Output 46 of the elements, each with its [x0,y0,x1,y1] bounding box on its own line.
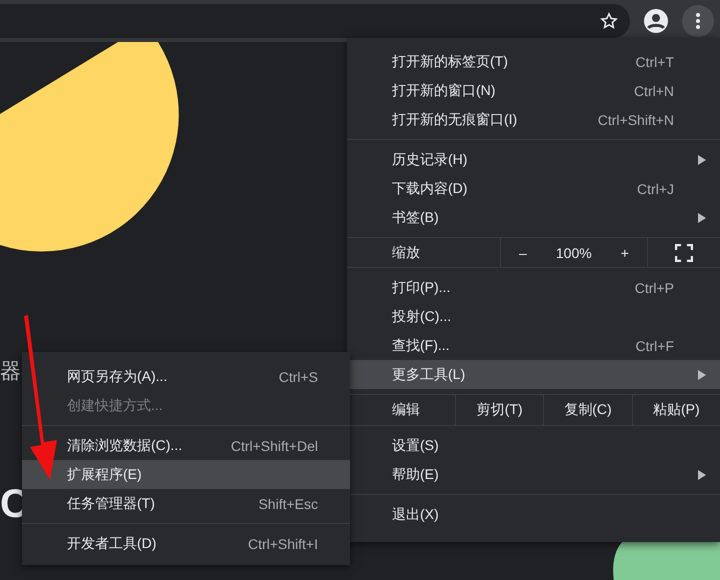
star-icon[interactable] [600,12,618,30]
zoom-value: 100% [556,244,592,260]
avatar-icon [644,9,668,33]
zoom-label: 缩放 [392,244,421,262]
submenu-arrow-icon [698,212,706,222]
shortcut-text: Ctrl+Shift+Del [230,438,318,454]
menu-item[interactable]: 更多工具(L) [347,360,720,389]
shortcut-text: Ctrl+F [636,338,674,354]
menu-item[interactable]: 投射(C)... [347,302,720,331]
submenu-arrow-icon [698,370,706,380]
menu-item[interactable]: 历史记录(H) [347,145,720,174]
menu-item[interactable]: 打开新的标签页(T) Ctrl+T [347,47,720,76]
shortcut-text: Ctrl+T [636,54,674,70]
shortcut-text: Ctrl+Shift+I [248,536,318,552]
zoom-out-button[interactable]: – [511,242,535,262]
edit-label: 编辑 [392,401,421,419]
submenu-arrow-icon [698,154,706,164]
shortcut-text: Ctrl+S [278,368,318,384]
menu-item[interactable]: 退出(X) [347,500,720,529]
more-icon [696,13,700,29]
shortcut-text: Ctrl+J [637,180,674,196]
menu-item[interactable]: 网页另存为(A)... Ctrl+S [22,362,350,391]
menu-item[interactable]: 书签(B) [347,203,720,232]
fullscreen-icon[interactable] [675,244,693,262]
menu-item[interactable]: 设置(S) [347,431,720,460]
menu-item[interactable]: 打开新的窗口(N) Ctrl+N [347,76,720,105]
menu-item[interactable]: 打印(P)... Ctrl+P [347,273,720,302]
menu-item[interactable]: 查找(F)... Ctrl+F [347,331,720,360]
page-text: 器 [0,359,21,385]
menu-item[interactable]: 帮助(E) [347,460,720,489]
menu-item[interactable]: 打开新的无痕窗口(I) Ctrl+Shift+N [347,105,720,134]
shortcut-text: Ctrl+Shift+N [598,112,674,128]
edit-action-button[interactable]: 复制(C) [543,395,632,425]
menu-item[interactable]: 开发者工具(D) Ctrl+Shift+I [22,529,350,558]
menu-item[interactable]: 扩展程序(E) [22,460,350,489]
menu-item[interactable]: 清除浏览数据(C)... Ctrl+Shift+Del [22,431,350,460]
submenu-arrow-icon [698,470,706,480]
shortcut-text: Shift+Esc [258,496,318,512]
shortcut-text: Ctrl+N [634,82,674,98]
shortcut-text: Ctrl+P [634,280,674,296]
menu-item[interactable]: 下载内容(D) Ctrl+J [347,174,720,203]
edit-action-button[interactable]: 剪切(T) [455,395,544,425]
zoom-in-button[interactable]: + [612,242,637,262]
edit-action-button[interactable]: 粘贴(P) [632,395,720,425]
menu-button[interactable] [682,5,714,37]
menu-item[interactable]: 任务管理器(T) Shift+Esc [22,489,350,518]
